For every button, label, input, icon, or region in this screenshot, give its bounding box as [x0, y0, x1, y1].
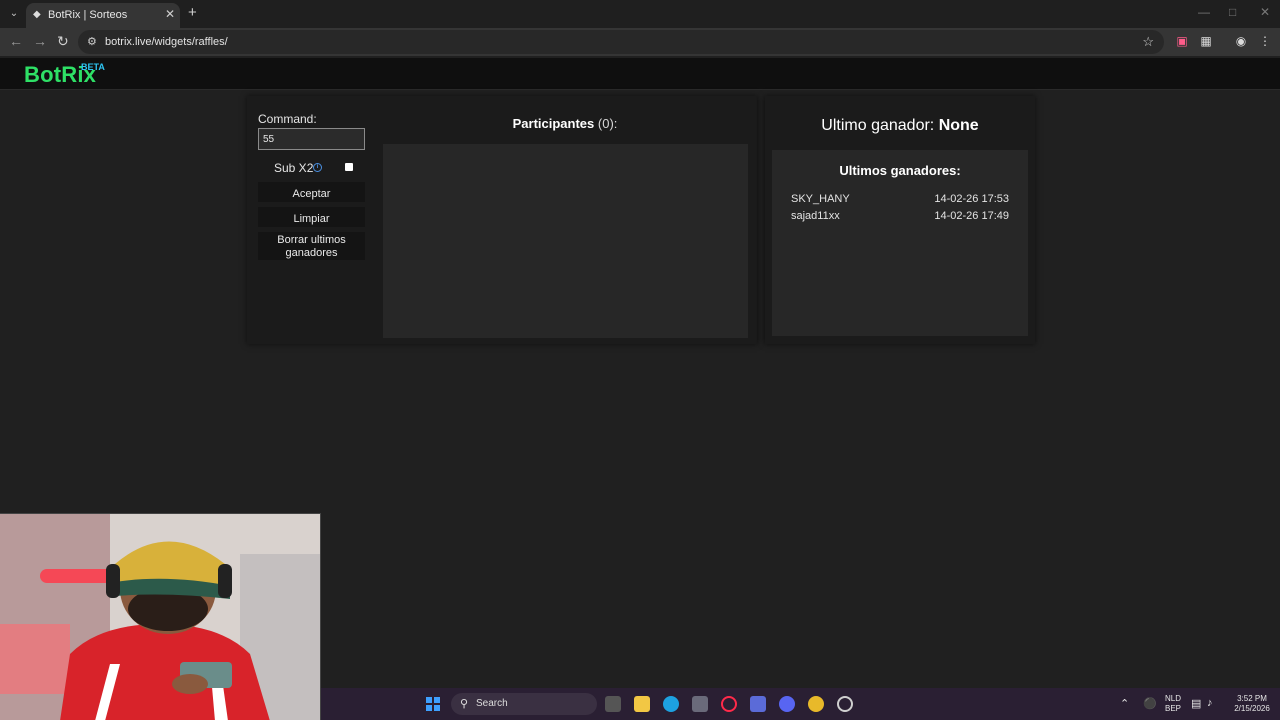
winners-list: Ultimos ganadores: SKY_HANY 14-02-26 17:…	[772, 150, 1028, 336]
minimize-icon[interactable]: —	[1198, 5, 1210, 19]
winner-name: SKY_HANY	[791, 193, 850, 205]
tab-close-icon[interactable]: ✕	[165, 7, 175, 21]
search-icon: ⚲	[460, 698, 469, 710]
clear-button[interactable]: Limpiar	[258, 207, 365, 227]
language-indicator[interactable]: NLD BEP	[1163, 694, 1183, 714]
microphone-icon[interactable]: ⚫	[1143, 697, 1157, 710]
window-close-icon[interactable]: ✕	[1260, 5, 1270, 19]
winner-time: 14-02-26 17:49	[934, 210, 1009, 222]
file-explorer-icon[interactable]	[634, 696, 650, 712]
last-winner-label: Ultimo ganador:	[821, 117, 935, 134]
tab-title: BotRix | Sorteos	[48, 9, 128, 21]
last-winner: Ultimo ganador: None	[765, 117, 1035, 135]
volume-icon[interactable]: ♪	[1207, 697, 1213, 709]
chrome-icon[interactable]	[808, 696, 824, 712]
back-icon[interactable]: ←	[9, 33, 23, 49]
browser-tab[interactable]: ◆ BotRix | Sorteos ✕	[26, 3, 180, 28]
participants-label: Participantes	[512, 116, 595, 131]
winners-list-title: Ultimos ganadores:	[839, 163, 961, 178]
tab-search-chevron-icon[interactable]: ⌄	[6, 6, 22, 22]
beta-badge: BETA	[81, 62, 105, 72]
clock[interactable]: 3:52 PM 2/15/2026	[1226, 694, 1278, 714]
opera-icon[interactable]	[721, 696, 737, 712]
participants-count: (0):	[597, 116, 618, 131]
subx2-checkbox[interactable]	[345, 163, 353, 171]
keyboard-layout: BEP	[1164, 704, 1181, 713]
participants-heading: Participantes (0):	[383, 116, 747, 131]
clear-winners-button[interactable]: Borrar ultimos ganadores	[258, 232, 365, 260]
winner-name: sajad11xx	[791, 210, 840, 222]
webcam-overlay	[0, 513, 321, 720]
clock-time: 3:52 PM	[1237, 694, 1267, 703]
taskbar-search[interactable]: ⚲ Search	[451, 693, 597, 715]
site-favicon-icon: ◆	[33, 9, 41, 20]
last-winner-value: None	[938, 117, 979, 134]
winners-card: Ultimo ganador: None Ultimos ganadores: …	[765, 96, 1035, 344]
profile-icon[interactable]: ◉	[1234, 34, 1248, 48]
forward-icon[interactable]: →	[33, 33, 47, 49]
app-icon[interactable]	[750, 696, 766, 712]
browser-toolbar: ← → ↻ ⚙ botrix.live/widgets/raffles/ ☆ ▣…	[0, 28, 1280, 56]
task-view-icon[interactable]	[605, 696, 621, 712]
site-header: BotRix BETA	[0, 58, 1280, 90]
taskbar: ⚲ Search ⌃ ⚫ NLD BEP ▤ ♪ 3:52 PM 2/15/20…	[321, 688, 1280, 720]
participants-list	[383, 144, 748, 338]
info-icon[interactable]: i	[313, 163, 322, 172]
winner-time: 14-02-26 17:53	[934, 193, 1009, 205]
subx2-label: Sub X2	[274, 161, 314, 175]
new-tab-icon[interactable]: +	[188, 4, 197, 21]
browser-tabstrip: ⌄ ◆ BotRix | Sorteos ✕ + — □ ✕	[0, 0, 1280, 28]
settings-app-icon[interactable]	[837, 696, 853, 712]
reload-icon[interactable]: ↻	[57, 33, 69, 50]
bookmark-star-icon[interactable]: ☆	[1142, 34, 1154, 50]
clock-date: 2/15/2026	[1234, 704, 1270, 713]
extensions-puzzle-icon[interactable]: ▦	[1199, 34, 1213, 48]
raffle-card: Command: Sub X2 i Aceptar Limpiar Borrar…	[247, 96, 757, 344]
url-text[interactable]: botrix.live/widgets/raffles/	[105, 36, 228, 48]
search-placeholder: Search	[476, 698, 508, 709]
maximize-icon[interactable]: □	[1229, 5, 1236, 19]
accept-button[interactable]: Aceptar	[258, 182, 365, 202]
discord-icon[interactable]	[779, 696, 795, 712]
winner-row: SKY_HANY 14-02-26 17:53	[791, 193, 1009, 207]
command-label: Command:	[258, 112, 317, 126]
network-icon[interactable]: ▤	[1191, 697, 1201, 710]
tray-chevron-icon[interactable]: ⌃	[1120, 697, 1129, 710]
windows-start-icon[interactable]	[426, 697, 440, 711]
extension-icon[interactable]: ▣	[1175, 34, 1189, 48]
store-icon[interactable]	[692, 696, 708, 712]
edge-icon[interactable]	[663, 696, 679, 712]
command-input[interactable]	[258, 128, 365, 150]
winner-row: sajad11xx 14-02-26 17:49	[791, 210, 1009, 224]
address-bar[interactable]: ⚙ botrix.live/widgets/raffles/ ☆	[78, 30, 1164, 54]
webcam-person-image	[0, 514, 320, 720]
site-info-icon[interactable]: ⚙	[87, 35, 97, 48]
browser-menu-icon[interactable]: ⋮	[1258, 34, 1272, 48]
language-code: NLD	[1164, 694, 1181, 703]
